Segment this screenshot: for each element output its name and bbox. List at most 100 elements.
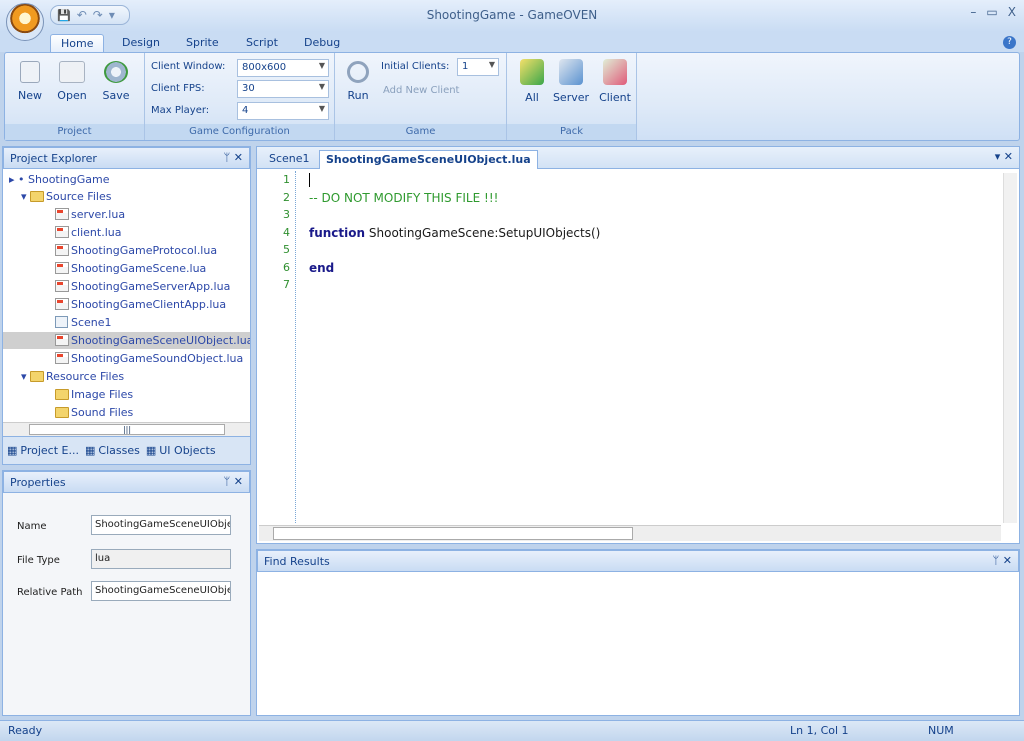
properties-icon: ▦ bbox=[7, 444, 18, 457]
num-lock-indicator: NUM bbox=[928, 724, 954, 737]
project-tree: ▸ • ShootingGame ▾ Source Files server.l… bbox=[3, 169, 250, 436]
folder-icon bbox=[55, 407, 69, 418]
client-window-label: Client Window: bbox=[151, 61, 226, 72]
tree-folder-source[interactable]: ▾ Source Files bbox=[21, 188, 111, 205]
tree-file[interactable]: ShootingGameClientApp.lua bbox=[55, 296, 226, 313]
pin-close-icons[interactable]: ᛘ ✕ bbox=[224, 151, 243, 164]
lua-file-icon bbox=[55, 298, 69, 310]
run-button[interactable]: Run bbox=[343, 61, 373, 102]
tab-sprite[interactable]: Sprite bbox=[176, 34, 229, 53]
pack-all-icon bbox=[520, 59, 544, 85]
code-line-comment[interactable]: -- DO NOT MODIFY THIS FILE !!! bbox=[309, 191, 600, 209]
client-fps-dropdown[interactable]: 30 ▼ bbox=[237, 80, 329, 98]
editor-vertical-scrollbar[interactable] bbox=[1003, 173, 1017, 523]
property-name-field[interactable]: ShootingGameSceneUIObje bbox=[91, 515, 231, 535]
explorer-horizontal-scrollbar[interactable]: ||| bbox=[3, 422, 250, 436]
tree-folder-image[interactable]: Image Files bbox=[55, 386, 133, 403]
chevron-down-icon: ▼ bbox=[488, 60, 495, 69]
tab-debug[interactable]: Debug bbox=[294, 34, 350, 53]
properties-icon: ▦ bbox=[84, 444, 96, 457]
tree-root[interactable]: ▸ • ShootingGame bbox=[9, 171, 110, 188]
help-icon[interactable]: ? bbox=[1003, 36, 1016, 49]
tree-folder-resource[interactable]: ▾ Resource Files bbox=[21, 368, 124, 385]
lua-file-icon bbox=[55, 334, 69, 346]
code-line-3[interactable] bbox=[309, 208, 600, 226]
code-line-end[interactable]: end bbox=[309, 261, 600, 279]
lua-file-icon bbox=[55, 262, 69, 274]
initial-clients-dropdown[interactable]: 1 ▼ bbox=[457, 58, 499, 76]
properties-panel: Properties ᛘ ✕ Name ShootingGameSceneUIO… bbox=[2, 470, 251, 716]
property-path-field[interactable]: ShootingGameSceneUIObje bbox=[91, 581, 231, 601]
folder-icon bbox=[30, 371, 45, 382]
tab-project-explorer[interactable]: ▦ Project E... bbox=[7, 442, 79, 459]
chevron-down-icon: ▼ bbox=[318, 82, 325, 91]
code-line-5[interactable] bbox=[309, 243, 600, 261]
ribbon-tab-bar: Home Design Sprite Script Debug bbox=[0, 32, 1024, 53]
open-button[interactable]: Open bbox=[55, 61, 89, 102]
tree-file-selected[interactable]: ShootingGameSceneUIObject.lua bbox=[3, 332, 250, 349]
maximize-button[interactable]: ▭ bbox=[986, 5, 997, 19]
tab-ui-objects[interactable]: ▦ UI Objects bbox=[146, 442, 216, 459]
tree-folder-sound[interactable]: Sound Files bbox=[55, 404, 133, 421]
pack-server-button[interactable]: Server bbox=[551, 59, 591, 104]
property-label: Relative Path bbox=[17, 587, 83, 598]
tab-scene1[interactable]: Scene1 bbox=[263, 150, 316, 169]
folder-icon bbox=[30, 191, 45, 202]
new-button[interactable]: New bbox=[15, 61, 45, 102]
tab-script[interactable]: Script bbox=[236, 34, 288, 53]
line-numbers: 1 2 3 4 5 6 7 bbox=[283, 173, 290, 291]
tab-classes[interactable]: ▦ Classes bbox=[85, 442, 140, 459]
tree-file[interactable]: ShootingGameScene.lua bbox=[55, 260, 206, 277]
pack-client-button[interactable]: Client bbox=[595, 59, 635, 104]
pack-all-button[interactable]: All bbox=[515, 59, 549, 104]
pack-server-icon bbox=[559, 59, 583, 85]
group-game: Run Initial Clients: 1 ▼ Add New Client G… bbox=[335, 53, 507, 140]
magnifier-run-icon bbox=[347, 61, 369, 83]
client-window-dropdown[interactable]: 800x600 ▼ bbox=[237, 59, 329, 77]
tab-list-close-icons[interactable]: ▾ ✕ bbox=[995, 150, 1013, 163]
pin-close-icons[interactable]: ᛘ ✕ bbox=[224, 475, 243, 488]
project-explorer-header: Project Explorer ᛘ ✕ bbox=[3, 147, 250, 169]
code-line-function[interactable]: function ShootingGameScene:SetupUIObject… bbox=[309, 226, 600, 244]
lua-file-icon bbox=[55, 208, 69, 220]
tree-scene[interactable]: Scene1 bbox=[55, 314, 112, 331]
tree-file[interactable]: ShootingGameProtocol.lua bbox=[55, 242, 217, 259]
panel-title: Properties bbox=[10, 476, 66, 489]
client-fps-label: Client FPS: bbox=[151, 83, 205, 94]
status-bar: Ready Ln 1, Col 1 NUM bbox=[0, 720, 1024, 741]
add-new-client-button[interactable]: Add New Client bbox=[383, 85, 459, 96]
tab-uiobject-file[interactable]: ShootingGameSceneUIObject.lua bbox=[319, 150, 538, 169]
tree-file[interactable]: ShootingGameServerApp.lua bbox=[55, 278, 230, 295]
max-player-label: Max Player: bbox=[151, 105, 210, 116]
max-player-dropdown[interactable]: 4 ▼ bbox=[237, 102, 329, 120]
group-project: New Open Save Project bbox=[5, 53, 145, 140]
project-explorer-panel: Project Explorer ᛘ ✕ ▸ • ShootingGame ▾ … bbox=[2, 146, 251, 465]
editor-horizontal-scrollbar[interactable] bbox=[259, 525, 1001, 541]
group-label-game-configuration: Game Configuration bbox=[145, 124, 334, 140]
save-button[interactable]: Save bbox=[99, 61, 133, 102]
pin-close-icons[interactable]: ᛘ ✕ bbox=[993, 554, 1012, 567]
code-line-1[interactable] bbox=[309, 173, 600, 191]
scrollbar-thumb[interactable] bbox=[273, 527, 633, 540]
minimize-button[interactable]: – bbox=[970, 5, 976, 19]
group-label-project: Project bbox=[5, 124, 144, 140]
code-area[interactable]: -- DO NOT MODIFY THIS FILE !!! function … bbox=[309, 173, 600, 278]
save-disk-icon bbox=[104, 61, 128, 83]
group-label-game: Game bbox=[335, 124, 506, 140]
open-folder-icon bbox=[59, 61, 85, 83]
tree-file[interactable]: server.lua bbox=[55, 206, 125, 223]
lua-file-icon bbox=[55, 244, 69, 256]
tab-home[interactable]: Home bbox=[50, 34, 105, 53]
close-button[interactable]: X bbox=[1008, 5, 1016, 19]
tree-file[interactable]: client.lua bbox=[55, 224, 121, 241]
property-filetype-field[interactable]: lua bbox=[91, 549, 231, 569]
scrollbar-thumb[interactable]: ||| bbox=[29, 424, 225, 435]
tab-design[interactable]: Design bbox=[112, 34, 170, 53]
tree-file[interactable]: ShootingGameSoundObject.lua bbox=[55, 350, 243, 367]
application-menu-button[interactable] bbox=[6, 3, 44, 41]
panel-title: Find Results bbox=[264, 555, 330, 568]
property-label: Name bbox=[17, 521, 47, 532]
group-pack: All Server Client Pack bbox=[507, 53, 637, 140]
status-text: Ready bbox=[8, 724, 43, 737]
lua-file-icon bbox=[55, 280, 69, 292]
